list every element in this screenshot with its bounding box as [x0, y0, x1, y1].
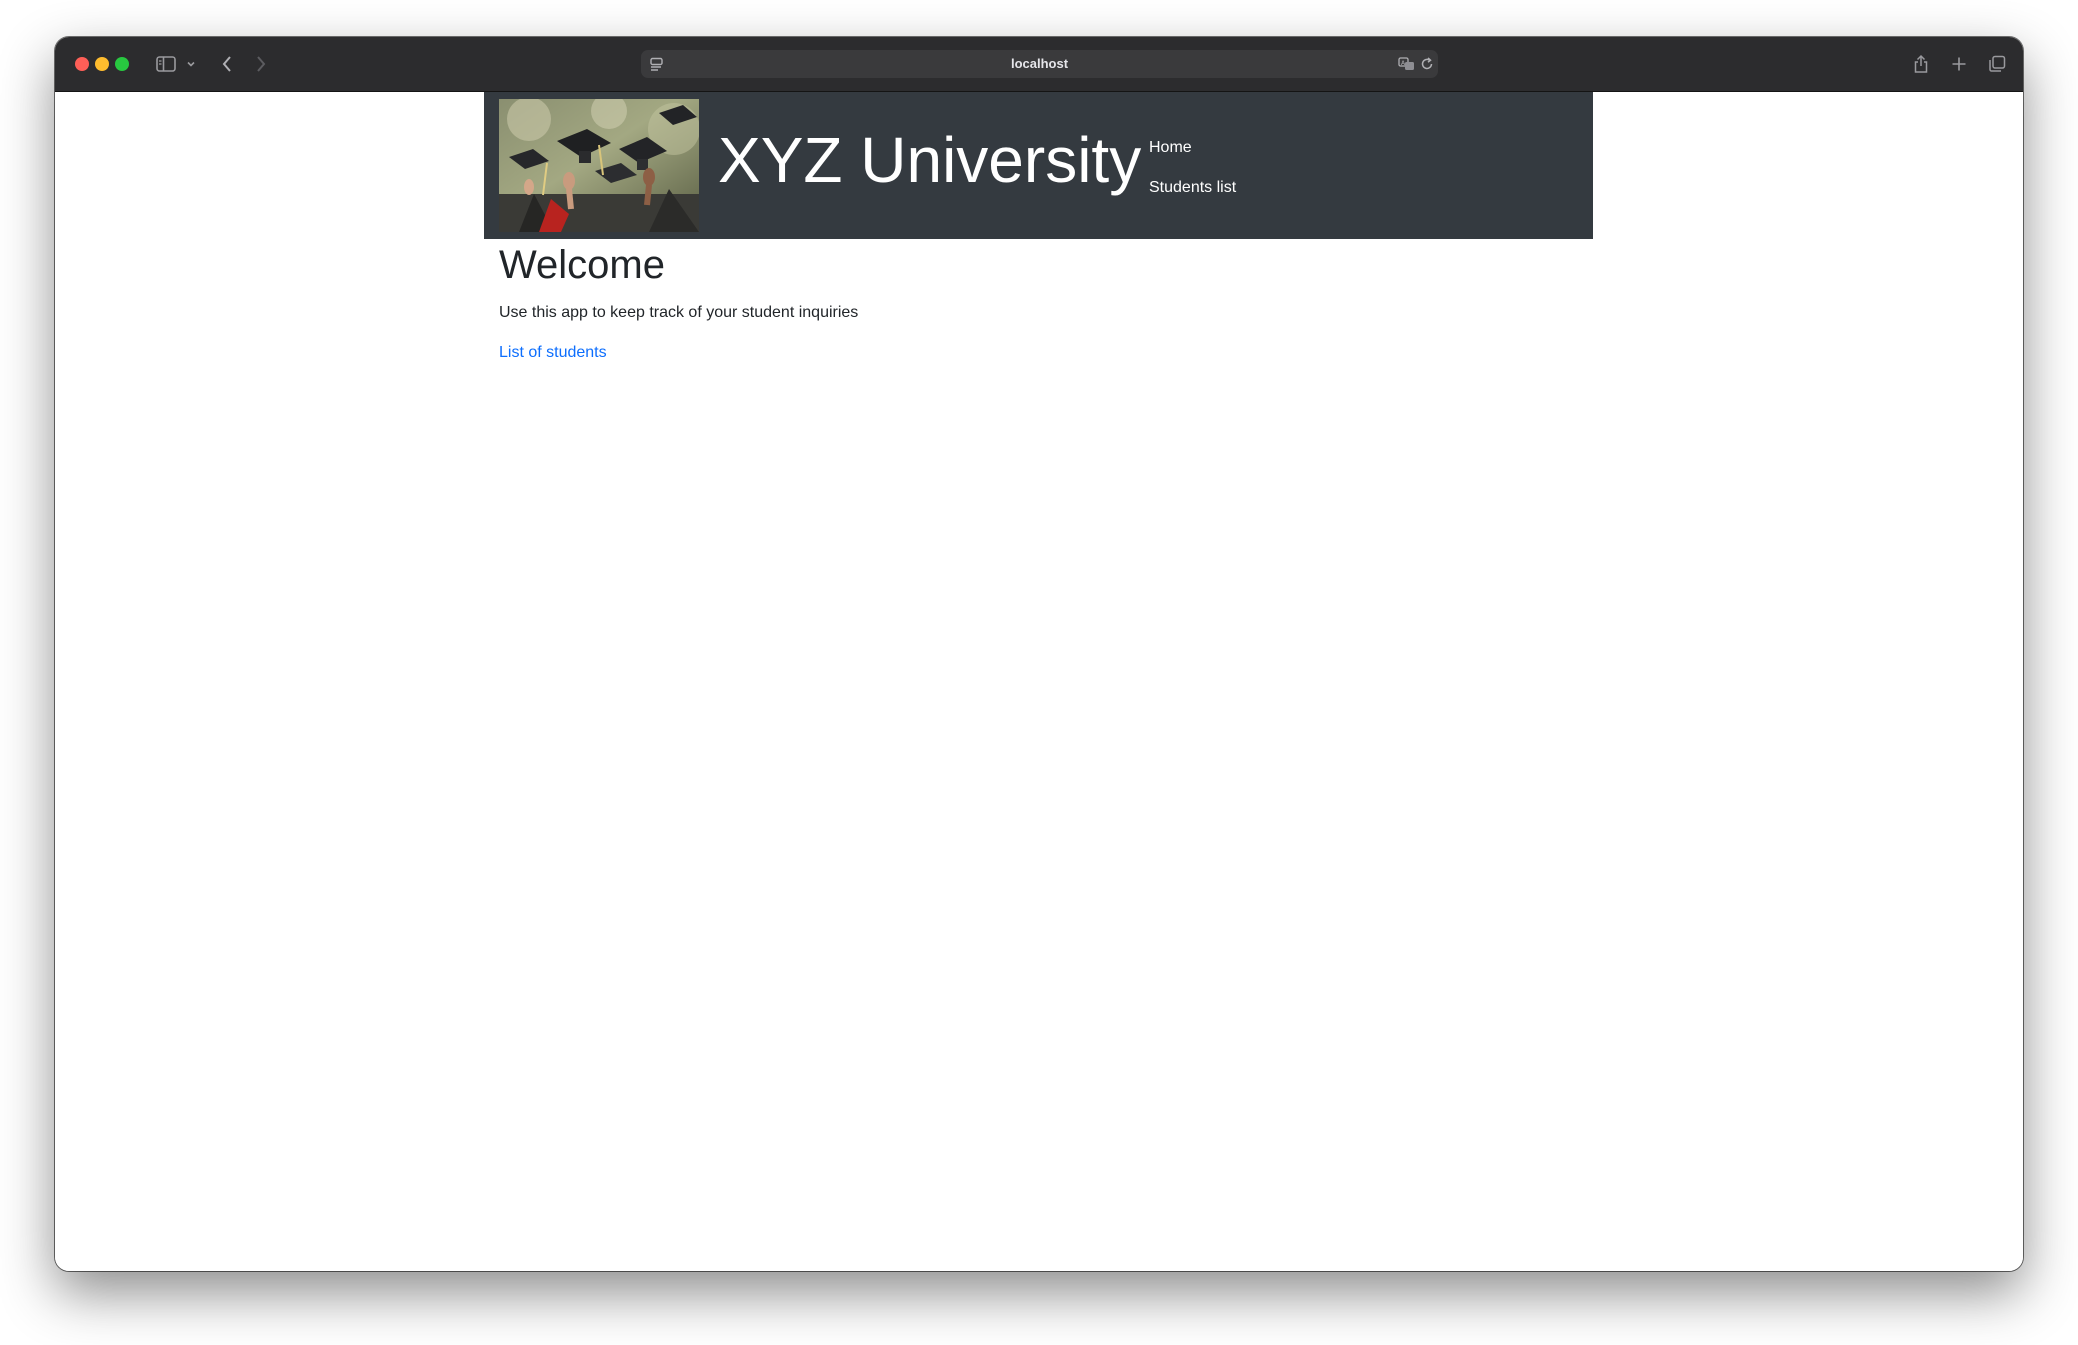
main-nav: Home Students list: [1149, 128, 1236, 208]
main-section: Welcome Use this app to keep track of yo…: [499, 239, 1579, 365]
nav-students-list-link[interactable]: Students list: [1149, 168, 1236, 208]
back-arrow-icon[interactable]: [217, 51, 237, 77]
minimize-window-button[interactable]: [95, 57, 109, 71]
sidebar-icon[interactable]: [155, 51, 177, 77]
address-bar[interactable]: localhost A: [641, 50, 1438, 78]
intro-text: Use this app to keep track of your stude…: [499, 304, 859, 321]
list-of-students-link[interactable]: List of students: [499, 341, 607, 365]
reload-icon[interactable]: [1419, 51, 1435, 77]
browser-toolbar: localhost A: [55, 37, 2023, 92]
browser-window: localhost A XYZ University Home Students…: [55, 37, 2023, 1271]
page-content: XYZ University Home Students list Welcom…: [55, 92, 2023, 1271]
tabs-overview-icon[interactable]: [1987, 51, 2007, 77]
page-title: Welcome: [499, 243, 665, 287]
nav-home-link[interactable]: Home: [1149, 128, 1236, 168]
plus-icon[interactable]: [1949, 51, 1969, 77]
desktop: localhost A XYZ University Home Students…: [0, 0, 2078, 1345]
graduation-caps-photo: [499, 99, 699, 232]
close-window-button[interactable]: [75, 57, 89, 71]
chevron-down-icon[interactable]: [185, 51, 197, 77]
share-icon[interactable]: [1911, 51, 1931, 77]
site-title: XYZ University: [718, 124, 1142, 196]
site-header: XYZ University Home Students list: [484, 92, 1593, 239]
maximize-window-button[interactable]: [115, 57, 129, 71]
translate-icon[interactable]: A: [1397, 51, 1417, 77]
forward-arrow-icon[interactable]: [251, 51, 271, 77]
address-text[interactable]: localhost: [641, 50, 1438, 78]
